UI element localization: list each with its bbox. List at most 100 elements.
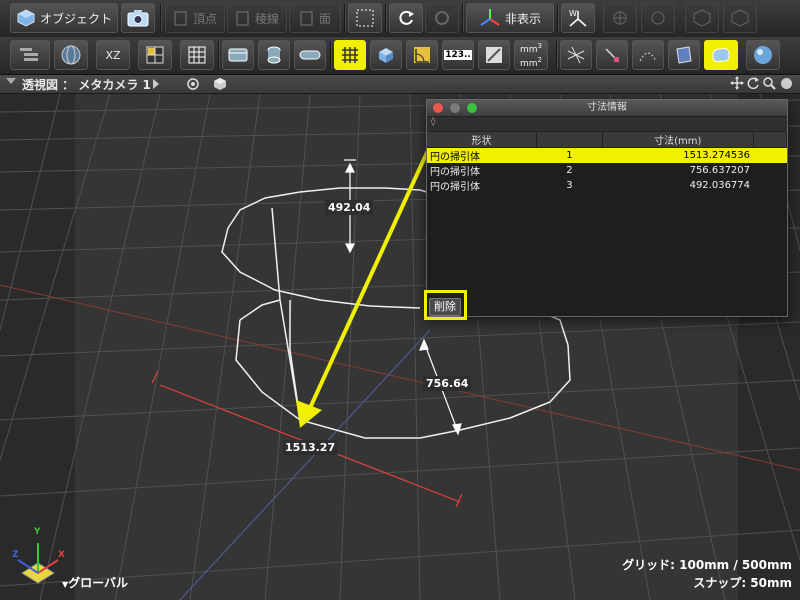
view-target-icon[interactable] xyxy=(152,78,160,93)
numeric-button[interactable]: 123.. xyxy=(442,40,474,70)
hide-label: 非表示 xyxy=(504,11,541,26)
row-index: 1 xyxy=(536,147,603,163)
pan-icon[interactable] xyxy=(730,76,744,93)
rotate-icon xyxy=(396,8,416,28)
sort-icon[interactable]: ◊ xyxy=(431,117,435,127)
plane-xz-label: XZ xyxy=(105,48,121,62)
radius-label: 756.64 xyxy=(423,376,472,391)
row-index: 2 xyxy=(566,165,573,176)
camera-target-icon[interactable] xyxy=(186,77,200,94)
dimension-table: 形状 寸法(mm) 円の掃引体 1 1513.274536 円の掃引体 2 75… xyxy=(427,132,788,193)
row-value: 756.637207 xyxy=(689,165,751,176)
layers-button[interactable] xyxy=(10,40,50,70)
axis-x-label: X xyxy=(58,550,65,560)
table-button[interactable] xyxy=(222,40,254,70)
grid-status: グリッド: 100mm / 500mm xyxy=(622,558,792,572)
area-unit-top: mm3 xyxy=(519,42,542,55)
link-button[interactable] xyxy=(294,40,326,70)
target-button-2[interactable] xyxy=(641,3,675,33)
box-button-1[interactable] xyxy=(685,3,719,33)
object-mode-button[interactable]: オブジェクト xyxy=(10,3,118,33)
angle-button[interactable] xyxy=(406,40,438,70)
col-shape[interactable]: 形状 xyxy=(427,132,537,148)
numeric-label: 123.. xyxy=(444,50,472,60)
cylinder-button[interactable] xyxy=(258,40,290,70)
viewport-header: 透視図 ： メタカメラ 1 xyxy=(0,75,800,94)
grid-snap-icon xyxy=(340,45,360,65)
col-value[interactable]: 寸法(mm) xyxy=(602,132,754,148)
sphere-icon xyxy=(752,44,774,66)
sphere-button[interactable] xyxy=(746,40,780,70)
plane-xz-button[interactable]: XZ xyxy=(96,40,130,70)
main-toolbar: オブジェクト 頂点 稜線 面 非表示 W xyxy=(0,0,800,38)
object-mode-label: オブジェクト xyxy=(39,11,112,26)
axis-icon xyxy=(479,7,501,29)
surface-button[interactable] xyxy=(668,40,700,70)
snap-point-icon xyxy=(602,45,622,65)
table-icon xyxy=(228,46,248,64)
length-label: 1513.27 xyxy=(282,440,339,455)
edge-mode-button[interactable]: 稜線 xyxy=(227,3,287,33)
mesh-icon xyxy=(566,45,586,65)
delete-highlight-box xyxy=(424,290,467,320)
cube-icon xyxy=(16,8,36,28)
face-mode-button[interactable]: 面 xyxy=(289,3,341,33)
panel-subbar: ◊ xyxy=(427,117,787,132)
sub-toolbar: XZ 123.. mm3 mm2 xyxy=(0,37,800,75)
z-axis-line xyxy=(179,329,431,600)
row-index: 3 xyxy=(566,180,573,191)
view-cube-icon[interactable] xyxy=(213,77,227,94)
tool-button[interactable] xyxy=(425,3,459,33)
freeform-button[interactable] xyxy=(704,40,738,70)
minimize-button[interactable] xyxy=(450,103,460,113)
ruler-icon xyxy=(484,45,504,65)
camera-button[interactable] xyxy=(121,3,155,33)
row-shape: 円の掃引体 xyxy=(430,167,480,178)
snap-status: スナップ: 50mm xyxy=(693,576,792,590)
grid-view-button[interactable] xyxy=(180,40,214,70)
viewport-menu-icon[interactable] xyxy=(6,78,16,84)
vertex-mode-button[interactable]: 頂点 xyxy=(165,3,225,33)
rotate-button[interactable] xyxy=(389,3,423,33)
curve-button[interactable] xyxy=(632,40,664,70)
world-axis-button[interactable]: W xyxy=(561,3,595,33)
panel-titlebar[interactable]: 寸法情報 xyxy=(427,100,787,117)
snap-point-button[interactable] xyxy=(596,40,628,70)
box-icon xyxy=(692,8,712,28)
col-index[interactable] xyxy=(536,132,603,148)
freeform-icon xyxy=(710,45,732,65)
orbit-icon[interactable] xyxy=(746,76,760,93)
target-icon xyxy=(649,9,667,27)
box-button-2[interactable] xyxy=(723,3,757,33)
measure-button[interactable] xyxy=(478,40,510,70)
hide-button[interactable]: 非表示 xyxy=(466,3,554,33)
mesh-button[interactable] xyxy=(560,40,592,70)
table-row[interactable]: 円の掃引体 1 1513.274536 xyxy=(427,147,787,163)
zoom-button[interactable] xyxy=(467,103,477,113)
face-icon xyxy=(299,9,315,27)
row-shape: 円の掃引体 xyxy=(430,182,480,193)
grid-icon xyxy=(187,45,207,65)
maximize-icon[interactable] xyxy=(780,77,793,93)
table-row[interactable]: 円の掃引体 2 756.637207 xyxy=(427,163,787,178)
target-button-1[interactable] xyxy=(603,3,637,33)
table-row[interactable]: 円の掃引体 3 492.036774 xyxy=(427,178,787,193)
link-icon xyxy=(299,48,321,62)
camera-icon xyxy=(127,9,149,27)
globe-icon xyxy=(60,44,82,66)
vertex-label: 頂点 xyxy=(192,11,217,26)
zoom-icon[interactable] xyxy=(762,76,776,93)
rect-select-button[interactable] xyxy=(348,3,382,33)
area-volume-button[interactable]: mm3 mm2 xyxy=(514,40,548,70)
axis-y-label: Y xyxy=(34,527,41,537)
row-value: 492.036774 xyxy=(689,180,751,191)
coordinate-mode-dropdown[interactable]: ▼グローバル xyxy=(62,574,128,591)
close-button[interactable] xyxy=(433,103,443,113)
globe-button[interactable] xyxy=(54,40,88,70)
quad-view-icon xyxy=(145,45,165,65)
quad-view-button[interactable] xyxy=(138,40,172,70)
edge-icon xyxy=(235,9,251,27)
world-axis-icon: W xyxy=(567,7,589,29)
cube-snap-button[interactable] xyxy=(370,40,402,70)
grid-snap-button[interactable] xyxy=(334,40,366,70)
